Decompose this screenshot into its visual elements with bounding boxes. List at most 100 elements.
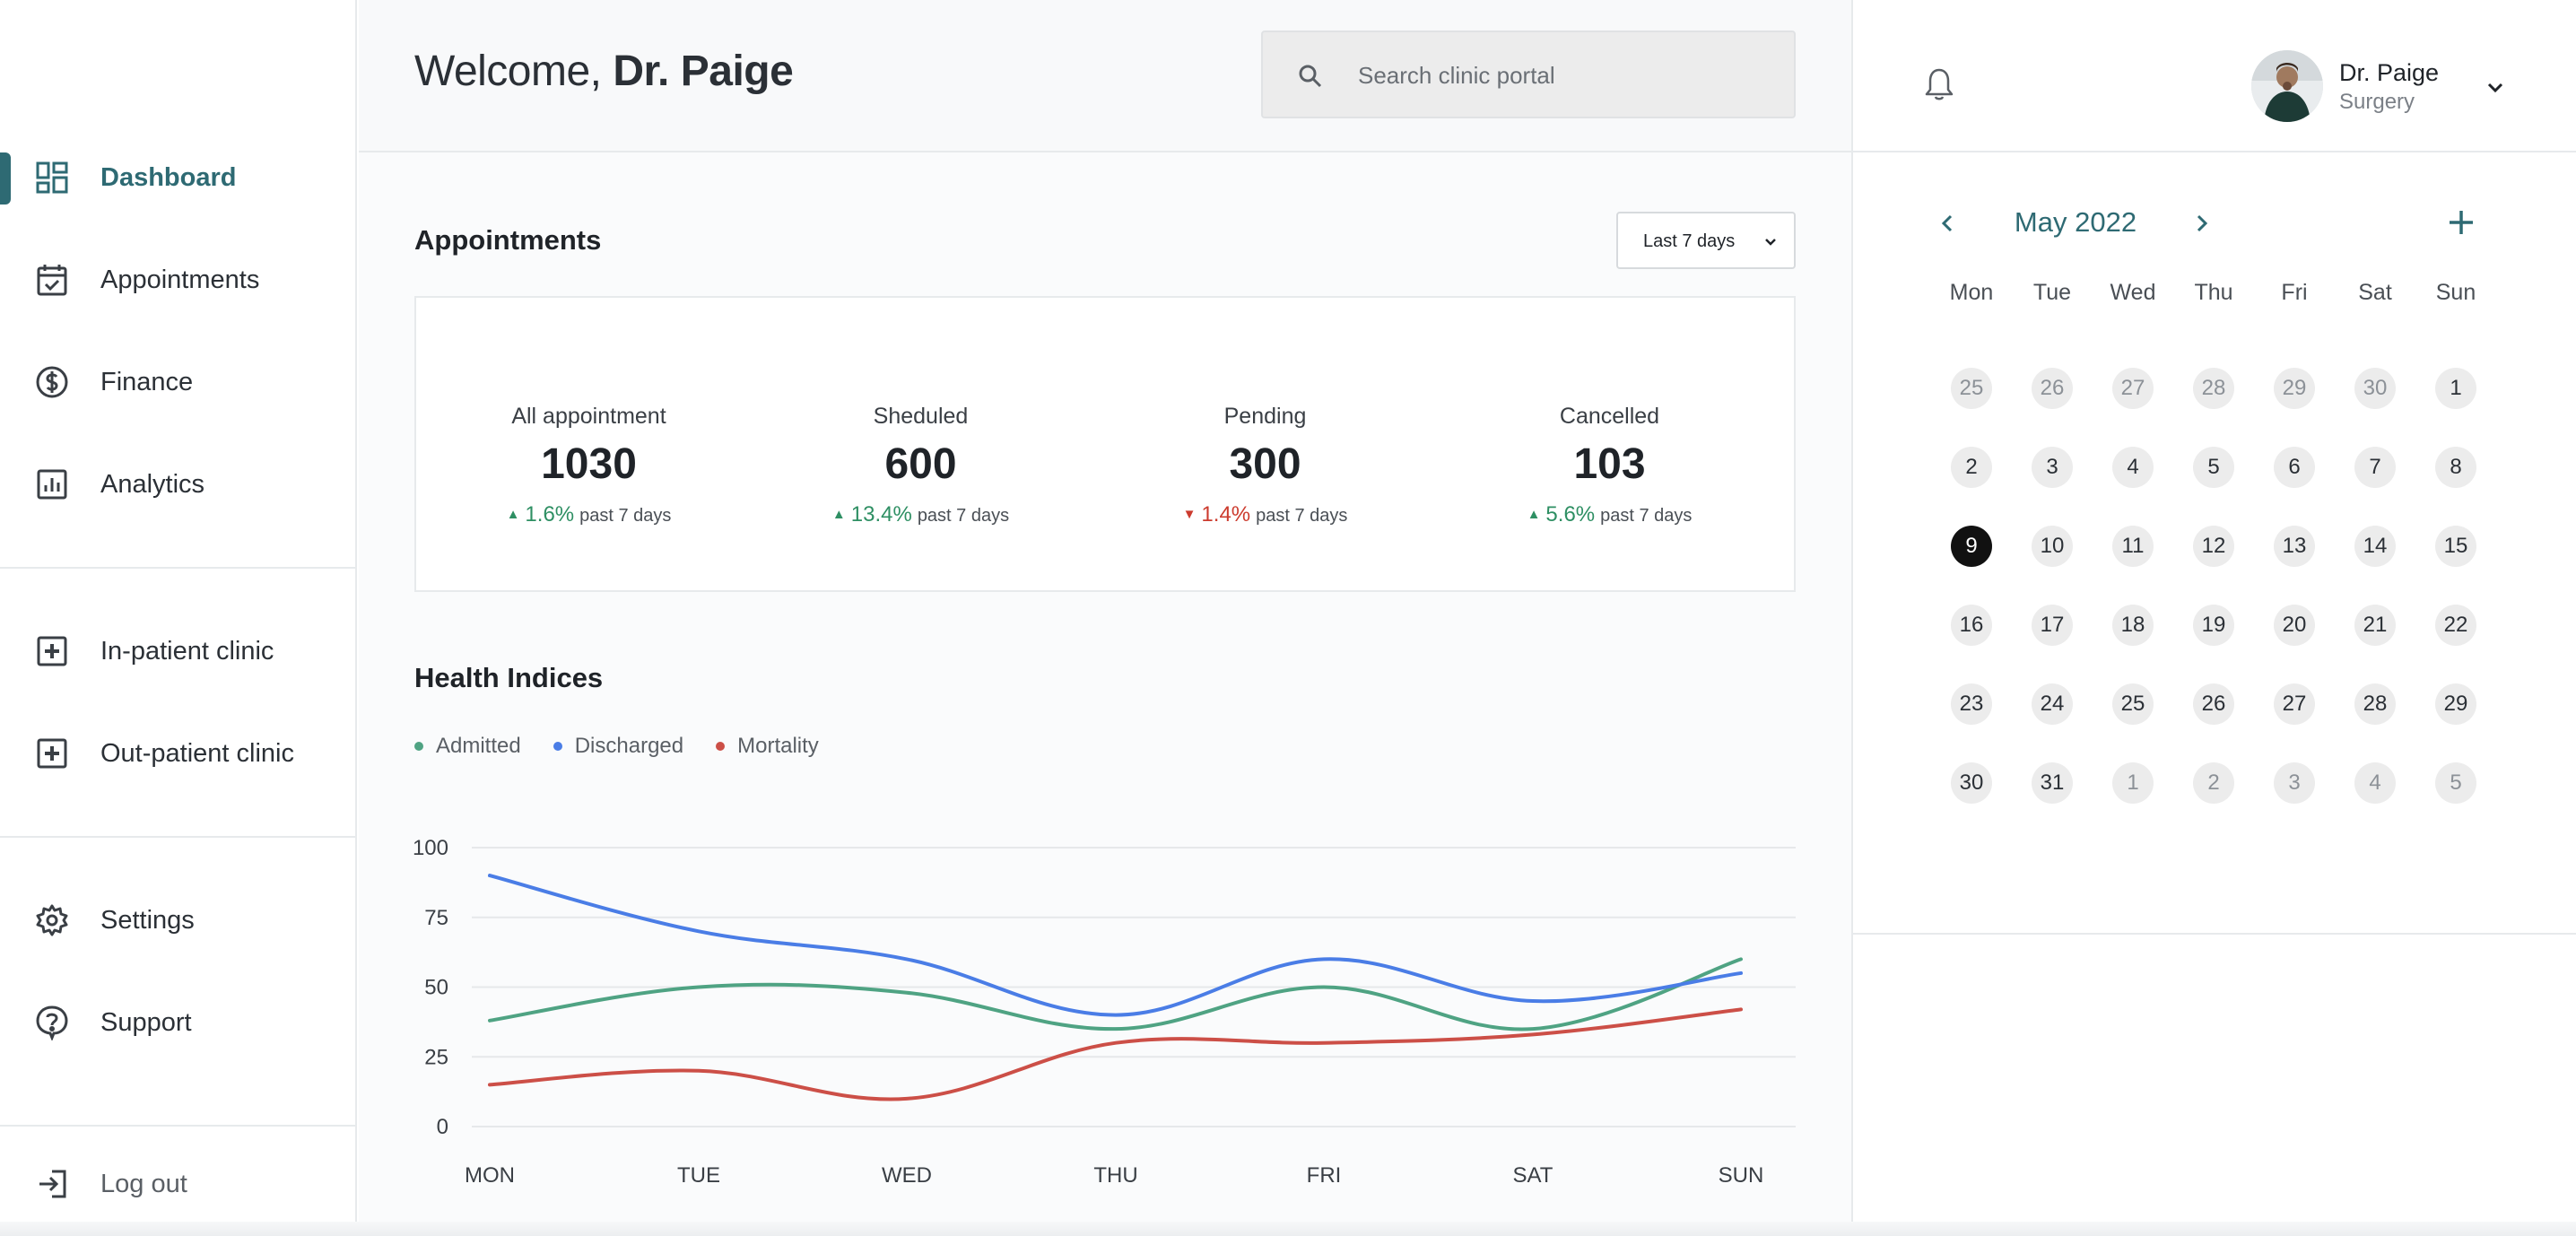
chevron-down-icon [1762, 233, 1780, 251]
calendar-day[interactable]: 2 [2193, 762, 2234, 804]
stat-change-percent: 1.6% [525, 502, 575, 527]
calendar-day[interactable]: 28 [2354, 683, 2396, 725]
legend-dot [414, 742, 423, 751]
calendar-day[interactable]: 6 [2274, 447, 2315, 488]
calendar-day[interactable]: 25 [2112, 683, 2154, 725]
calendar-day[interactable]: 1 [2112, 762, 2154, 804]
calendar-day[interactable]: 3 [2274, 762, 2315, 804]
calendar-day[interactable]: 2 [1951, 447, 1992, 488]
calendar-day[interactable]: 21 [2354, 605, 2396, 646]
calendar-day[interactable]: 23 [1951, 683, 1992, 725]
x-tick-label: WED [882, 1163, 932, 1188]
date-range-label: Last 7 days [1643, 231, 1736, 251]
legend-dot [716, 742, 726, 751]
stat-label: Cancelled [1559, 404, 1660, 429]
chevron-left-icon[interactable] [1936, 210, 1959, 237]
calendar-day[interactable]: 31 [2032, 762, 2073, 804]
stat-change: ▲ 1.6% past 7 days [416, 502, 761, 527]
search-input[interactable] [1358, 57, 1771, 93]
bottom-edge [0, 1222, 2576, 1236]
calendar-day[interactable]: 26 [2032, 368, 2073, 409]
sidebar-item-appointments[interactable]: Appointments [0, 244, 355, 316]
stat-period: past 7 days [1600, 506, 1693, 526]
calendar-day[interactable]: 30 [2354, 368, 2396, 409]
triangle-up-icon: ▲ [1527, 507, 1541, 522]
dollar-circle-icon [34, 364, 70, 400]
calendar-day[interactable]: 4 [2354, 762, 2396, 804]
calendar-day[interactable]: 11 [2112, 526, 2154, 567]
calendar-day[interactable]: 16 [1951, 605, 1992, 646]
y-tick-label: 0 [437, 1115, 448, 1139]
calendar-day[interactable]: 29 [2274, 368, 2315, 409]
appointment-stats-card: All appointment 1030 ▲ 1.6% past 7 days Sh… [414, 296, 1796, 592]
calendar-check-icon [34, 262, 70, 298]
chevron-down-icon[interactable] [2485, 77, 2506, 99]
calendar-day[interactable]: 25 [1951, 368, 1992, 409]
sidebar-item-label: Appointments [100, 265, 260, 294]
calendar-day[interactable]: 22 [2435, 605, 2476, 646]
calendar-day[interactable]: 3 [2032, 447, 2073, 488]
sidebar-item-outpatient[interactable]: Out-patient clinic [0, 718, 355, 789]
sidebar-item-dashboard[interactable]: Dashboard [0, 142, 355, 213]
calendar-day[interactable]: 28 [2193, 368, 2234, 409]
x-tick-label: SAT [1513, 1163, 1553, 1188]
sidebar-item-settings[interactable]: Settings [0, 884, 355, 956]
search-box[interactable] [1261, 30, 1796, 118]
legend-item-mortality[interactable]: Mortality [716, 734, 819, 759]
main-content: Welcome, Dr. Paige Appointments Last 7 d… [359, 0, 1851, 1236]
calendar-divider [1853, 933, 2576, 935]
calendar-day[interactable]: 12 [2193, 526, 2234, 567]
calendar-day[interactable]: 26 [2193, 683, 2234, 725]
x-tick-label: THU [1093, 1163, 1137, 1188]
welcome-name: Dr. Paige [613, 48, 794, 95]
sidebar-item-support[interactable]: Support [0, 987, 355, 1058]
calendar-day[interactable]: 17 [2032, 605, 2073, 646]
y-tick-label: 25 [424, 1045, 448, 1069]
stat-change: ▲ 13.4% past 7 days [748, 502, 1093, 527]
sidebar-item-analytics[interactable]: Analytics [0, 448, 355, 520]
sidebar-item-inpatient[interactable]: In-patient clinic [0, 615, 355, 687]
calendar-day[interactable]: 4 [2112, 447, 2154, 488]
weekday-label: Sat [2358, 280, 2392, 305]
stat-period: past 7 days [579, 506, 672, 526]
calendar-day[interactable]: 15 [2435, 526, 2476, 567]
plus-square-icon [34, 736, 70, 771]
bell-icon[interactable] [1923, 66, 1955, 102]
sidebar-item-label: Settings [100, 905, 195, 935]
calendar-day[interactable]: 20 [2274, 605, 2315, 646]
legend-item-discharged[interactable]: Discharged [553, 734, 683, 759]
calendar-day[interactable]: 5 [2435, 762, 2476, 804]
calendar-day[interactable]: 29 [2435, 683, 2476, 725]
calendar-day[interactable]: 10 [2032, 526, 2073, 567]
calendar-day[interactable]: 18 [2112, 605, 2154, 646]
calendar-day[interactable]: 19 [2193, 605, 2234, 646]
calendar-day[interactable]: 5 [2193, 447, 2234, 488]
legend-item-admitted[interactable]: Admitted [414, 734, 521, 759]
calendar-day[interactable]: 30 [1951, 762, 1992, 804]
stat-change-percent: 5.6% [1545, 502, 1596, 527]
weekday-label: Fri [2281, 280, 2308, 305]
stat-change-percent: 1.4% [1201, 502, 1251, 527]
page-title: Welcome, Dr. Paige [414, 47, 794, 96]
calendar-day[interactable]: 24 [2032, 683, 2073, 725]
date-range-dropdown[interactable]: Last 7 days [1616, 212, 1796, 269]
avatar[interactable] [2251, 50, 2323, 122]
stat-all-appointments: All appointment 1030 ▲ 1.6% past 7 days [416, 298, 761, 594]
logout-button[interactable]: Log out [0, 1148, 355, 1220]
calendar-day[interactable]: 27 [2274, 683, 2315, 725]
stat-value: 1030 [541, 440, 637, 488]
chevron-right-icon[interactable] [2190, 210, 2214, 237]
stat-value: 300 [1229, 440, 1301, 488]
calendar-day[interactable]: 27 [2112, 368, 2154, 409]
calendar-day[interactable]: 7 [2354, 447, 2396, 488]
stat-change: ▲ 5.6% past 7 days [1437, 502, 1782, 527]
sidebar-item-finance[interactable]: Finance [0, 346, 355, 418]
calendar-day[interactable]: 14 [2354, 526, 2396, 567]
calendar-day[interactable]: 9 [1951, 526, 1992, 567]
calendar-day[interactable]: 1 [2435, 368, 2476, 409]
calendar-day[interactable]: 8 [2435, 447, 2476, 488]
stat-pending: Pending 300 ▼ 1.4% past 7 days [1092, 298, 1438, 594]
calendar-day[interactable]: 13 [2274, 526, 2315, 567]
legend-label: Discharged [574, 734, 684, 758]
add-icon[interactable] [2445, 206, 2477, 239]
